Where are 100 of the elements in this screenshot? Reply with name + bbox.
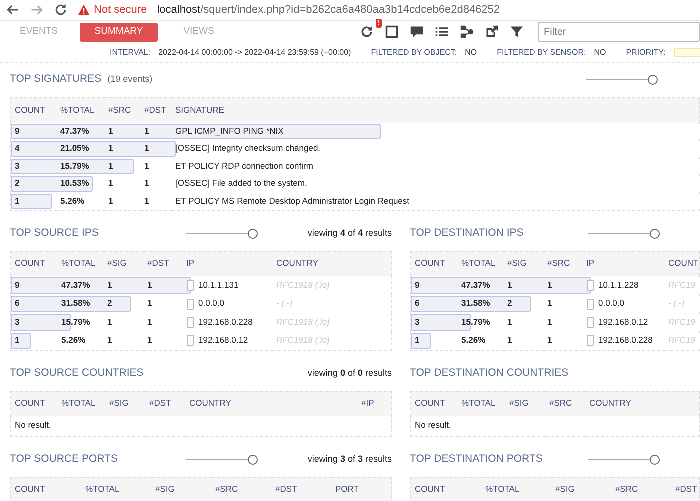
filter-button[interactable] <box>509 24 525 40</box>
info-label: PRIORITY: <box>626 46 666 58</box>
count-cell: 9 <box>415 280 420 290</box>
filter-icon <box>510 25 524 39</box>
comment-button[interactable] <box>409 24 425 40</box>
table-cell: 47.37% <box>60 126 90 136</box>
table-cell: [OSSEC] Integrity checksum changed. <box>176 143 321 154</box>
external-link-icon <box>485 25 499 39</box>
table-cell: 1 <box>508 280 512 290</box>
count-cell: 1 <box>15 196 20 206</box>
warning-icon <box>78 4 90 16</box>
table-cell: 1 <box>144 143 150 154</box>
results-count: viewing 4 of 4 results <box>308 226 392 240</box>
table-cell: 1 <box>148 280 152 290</box>
table-cell: 1 <box>144 178 150 188</box>
table-cell: 1 <box>108 316 112 327</box>
section-title: TOP SOURCE PORTS <box>10 452 118 467</box>
slider[interactable] <box>586 75 658 85</box>
slider[interactable] <box>186 228 258 238</box>
column-header: #SRC <box>612 477 672 501</box>
table-cell: 2 <box>508 298 512 308</box>
column-header: %TOTAL <box>56 98 104 122</box>
column-header: COUNT <box>10 251 58 276</box>
table-cell: 1 <box>148 335 152 346</box>
square-button[interactable] <box>384 24 400 40</box>
slider[interactable] <box>588 228 660 238</box>
nodes-button[interactable] <box>459 24 475 40</box>
info-value: 2022-04-14 00:00:00 -> 2022-04-14 23:59:59 (+00:00) <box>158 46 352 58</box>
back-arrow-icon[interactable] <box>6 3 20 17</box>
slider[interactable] <box>588 454 660 464</box>
count-cell: 9 <box>15 126 20 136</box>
table-cell: 1 <box>108 196 114 206</box>
column-header: IP <box>582 251 664 276</box>
slider-thumb[interactable] <box>650 454 660 464</box>
table-cell: 1 <box>148 316 152 327</box>
column-header: %TOTAL <box>58 251 104 276</box>
column-header: %TOTAL <box>58 391 106 416</box>
table-cell: 1 <box>144 126 150 136</box>
count-cell: 2 <box>15 178 20 188</box>
info-label: FILTERED BY SENSOR: <box>497 46 586 58</box>
column-header: #DST <box>272 477 332 501</box>
filter-field[interactable]: Filter <box>538 22 700 42</box>
column-header: %TOTAL <box>482 477 552 501</box>
table-cell: 10.53% <box>60 178 90 188</box>
table-cell: 47.37% <box>462 280 490 290</box>
table-cell: 15.79% <box>60 160 90 171</box>
table-cell: 21.05% <box>60 143 90 154</box>
reload-icon[interactable] <box>54 3 68 17</box>
count-cell: 6 <box>415 298 420 308</box>
table-cell: 1 <box>508 316 512 327</box>
column-header: #DST <box>140 98 172 122</box>
column-header: COUNT <box>10 98 56 122</box>
column-header: SIGNATURE <box>172 98 700 122</box>
table-cell: 1 <box>548 298 552 308</box>
ip-address: 192.168.0.12 <box>598 316 648 327</box>
table-cell: ET POLICY RDP connection confirm <box>176 160 314 171</box>
slider-thumb[interactable] <box>248 454 258 464</box>
section-title: TOP DESTINATION PORTS <box>410 452 543 467</box>
ip-address: 10.1.1.228 <box>598 280 639 290</box>
column-header: #SRC <box>212 477 272 501</box>
column-header: #SIG <box>552 477 612 501</box>
table-cell: 5.26% <box>60 196 85 206</box>
column-header: COUNTRY <box>272 251 392 276</box>
table-cell: 5.26% <box>62 335 86 346</box>
table-cell: GPL ICMP_INFO PING *NIX <box>176 126 284 136</box>
address-bar-url[interactable]: localhost/squert/index.php?id=b262ca6a480aa3b14cdceb6e2d846252 <box>157 2 500 18</box>
tab[interactable]: VIEWS <box>160 22 238 42</box>
column-header: PORT <box>332 477 392 501</box>
tab[interactable]: EVENTS <box>0 22 78 42</box>
column-header: #DST <box>672 477 700 501</box>
ip-address: 10.1.1.131 <box>198 280 239 290</box>
table-cell: 47.37% <box>62 280 90 290</box>
ip-address: 192.168.0.228 <box>198 316 253 327</box>
column-header: #SIG <box>106 391 146 416</box>
external-link-button[interactable] <box>484 24 500 40</box>
table-cell: 1 <box>148 298 152 308</box>
security-warning-text: Not secure <box>94 2 148 18</box>
table-cell: 2 <box>108 298 112 308</box>
slider[interactable] <box>186 454 258 464</box>
column-header: IP <box>182 251 272 276</box>
info-value: NO <box>594 46 606 58</box>
count-cell: 3 <box>15 160 20 171</box>
slider-thumb[interactable] <box>648 75 658 85</box>
table-cell: 1 <box>108 335 112 346</box>
ip-address: 192.168.0.228 <box>598 335 653 346</box>
table-cell: 1 <box>144 160 150 171</box>
slider-thumb[interactable] <box>650 228 660 238</box>
table-cell: 1 <box>108 178 114 188</box>
section-title: TOP SOURCE COUNTRIES <box>10 366 144 381</box>
table-cell: 31.58% <box>462 298 490 308</box>
column-header: COUNT <box>10 391 58 416</box>
refresh-button[interactable] <box>359 24 375 40</box>
info-label: FILTERED BY OBJECT: <box>371 46 458 58</box>
table-cell: [OSSEC] File added to the system. <box>176 178 308 188</box>
column-header: COUNTRY <box>586 391 700 416</box>
tab[interactable]: SUMMARY <box>80 22 158 42</box>
section-title: TOP DESTINATION IPS <box>410 226 524 241</box>
table-cell: 1 <box>108 143 114 154</box>
column-header: #DST <box>146 391 186 416</box>
slider-thumb[interactable] <box>248 228 258 238</box>
